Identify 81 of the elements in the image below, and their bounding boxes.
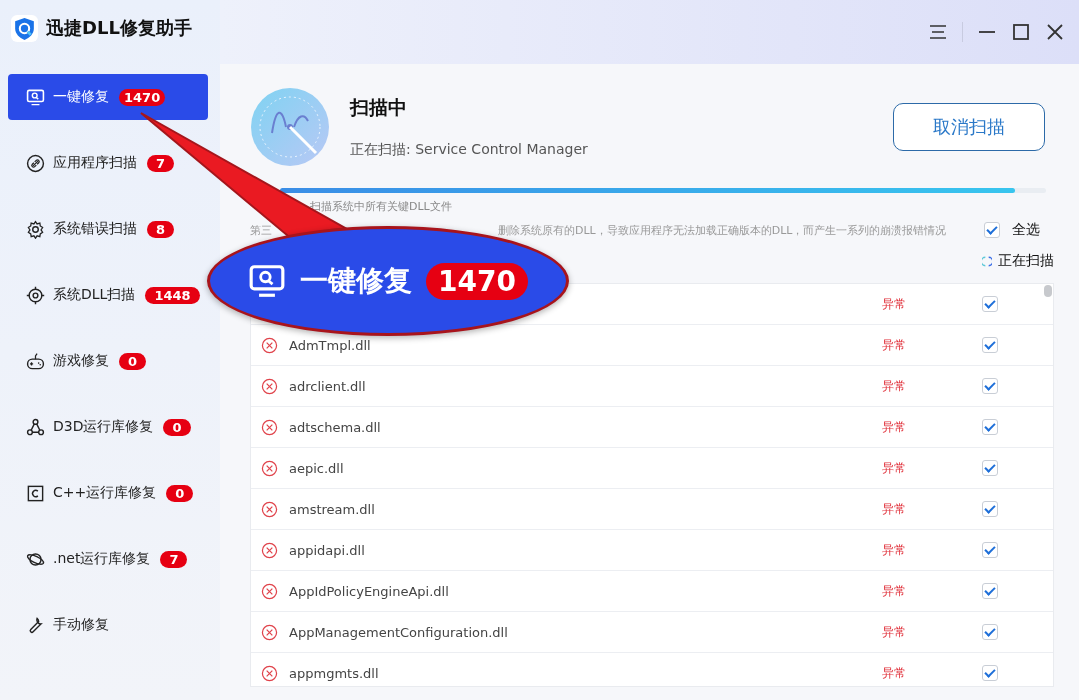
- file-name: adrclient.dll: [289, 378, 367, 394]
- gamepad-icon: [26, 351, 45, 371]
- file-status: 异常: [882, 541, 907, 559]
- letter-box-icon: [26, 483, 45, 503]
- file-status: 异常: [882, 459, 907, 477]
- cancel-scan-button[interactable]: 取消扫描: [893, 103, 1045, 151]
- file-checkbox[interactable]: [982, 665, 998, 681]
- callout-badge: 1470: [426, 262, 528, 300]
- link-icon: [26, 153, 45, 173]
- error-icon: [261, 582, 278, 600]
- sidebar-item[interactable]: 游戏修复 0: [8, 349, 147, 373]
- file-name: appmgmts.dll: [289, 665, 380, 681]
- sidebar-item[interactable]: 手动修复: [8, 613, 109, 637]
- scrollbar-thumb[interactable]: [1044, 285, 1052, 297]
- error-icon: [261, 459, 278, 477]
- sidebar-item[interactable]: 系统DLL扫描 1448: [8, 283, 200, 307]
- sidebar-item[interactable]: 应用程序扫描 7: [8, 151, 175, 175]
- gear-icon: [26, 219, 45, 239]
- count-badge: 1470: [119, 88, 166, 106]
- shield-logo-icon: [11, 14, 38, 42]
- file-checkbox[interactable]: [982, 419, 998, 435]
- file-checkbox[interactable]: [982, 296, 998, 312]
- spinner-icon: [982, 254, 992, 268]
- callout-label: 一键修复: [300, 263, 413, 299]
- target-icon: [26, 285, 45, 305]
- error-icon: [261, 664, 278, 682]
- file-name: AppManagementConfiguration.dll: [289, 624, 509, 640]
- count-badge: 0: [166, 484, 194, 502]
- radar-icon: [250, 87, 330, 167]
- error-icon: [261, 377, 278, 395]
- error-icon: [261, 418, 278, 436]
- sidebar-item[interactable]: 系统错误扫描 8: [8, 217, 175, 241]
- file-name: AdmTmpl.dll: [289, 337, 372, 353]
- file-status: 异常: [882, 664, 907, 682]
- file-checkbox[interactable]: [982, 337, 998, 353]
- file-status: 异常: [882, 377, 907, 395]
- file-status: 异常: [882, 336, 907, 354]
- file-name: adtschema.dll: [289, 419, 382, 435]
- select-all-checkbox[interactable]: [984, 222, 1000, 238]
- monitor-search-icon: [26, 87, 45, 107]
- count-badge: 7: [160, 550, 188, 568]
- monitor-search-icon: [248, 262, 287, 300]
- count-badge: 0: [119, 352, 147, 370]
- close-icon[interactable]: [1045, 24, 1065, 40]
- file-checkbox[interactable]: [982, 624, 998, 640]
- sidebar-item[interactable]: D3D运行库修复 0: [8, 415, 191, 439]
- count-badge: 7: [147, 154, 175, 172]
- file-checkbox[interactable]: [982, 378, 998, 394]
- wrench-icon: [26, 615, 45, 635]
- error-icon: [261, 623, 278, 641]
- file-name: amstream.dll: [289, 501, 376, 517]
- file-checkbox[interactable]: [982, 542, 998, 558]
- nodes-icon: [26, 417, 45, 437]
- file-status: 异常: [882, 295, 907, 313]
- scan-status: 正在扫描: [998, 252, 1054, 270]
- file-status: 异常: [882, 418, 907, 436]
- error-icon: [261, 541, 278, 559]
- app-title: 迅捷DLL修复助手: [46, 16, 192, 40]
- sidebar-item[interactable]: C++运行库修复 0: [8, 481, 194, 505]
- sidebar-item[interactable]: 一键修复 1470: [8, 74, 208, 120]
- file-name: AppIdPolicyEngineApi.dll: [289, 583, 450, 599]
- sidebar-item[interactable]: .net运行库修复 7: [8, 547, 188, 571]
- file-name: aepic.dll: [289, 460, 345, 476]
- count-badge: 8: [147, 220, 175, 238]
- warning-text: 删除系统原有的DLL，导致应用程序无法加载正确版本的DLL，而产生一系列的崩溃报错情况: [498, 222, 948, 238]
- file-checkbox[interactable]: [982, 501, 998, 517]
- error-icon: [261, 500, 278, 518]
- file-checkbox[interactable]: [982, 583, 998, 599]
- file-status: 异常: [882, 623, 907, 641]
- count-badge: 1448: [145, 286, 200, 304]
- error-icon: [261, 336, 278, 354]
- file-checkbox[interactable]: [982, 460, 998, 476]
- select-all-label[interactable]: 全选: [1012, 221, 1040, 239]
- file-name: appidapi.dll: [289, 542, 366, 558]
- count-badge: 0: [163, 418, 191, 436]
- file-status: 异常: [882, 582, 907, 600]
- scan-target: 正在扫描: Service Control Manager: [350, 141, 589, 159]
- file-status: 异常: [882, 500, 907, 518]
- scan-title: 扫描中: [350, 95, 408, 120]
- maximize-icon[interactable]: [1011, 24, 1031, 40]
- menu-icon[interactable]: [928, 24, 948, 40]
